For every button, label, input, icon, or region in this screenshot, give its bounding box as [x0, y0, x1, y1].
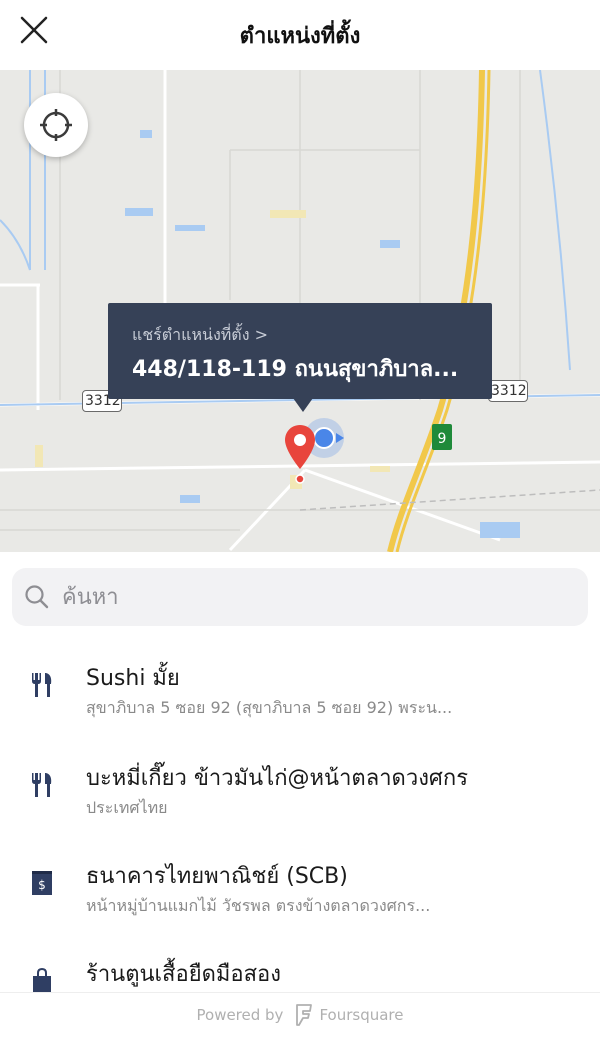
place-address: ประเทศไทย — [86, 798, 168, 817]
restaurant-icon — [32, 773, 52, 797]
search-input[interactable] — [60, 576, 564, 618]
header: ตำแหน่งที่ตั้ง — [0, 0, 600, 70]
page-title: ตำแหน่งที่ตั้ง — [239, 24, 361, 49]
road-number-badge: 3312 — [488, 380, 528, 402]
place-name: ธนาคารไทยพาณิชย์ (SCB) — [86, 864, 348, 889]
place-list-item[interactable]: $ ธนาคารไทยพาณิชย์ (SCB) หน้าหมู่บ้านแมก… — [0, 858, 600, 958]
my-location-button[interactable] — [24, 93, 88, 157]
map-view[interactable]: 3312 3312 9 แชร์ตำแหน่งที่ตั้ง > 448/118… — [0, 70, 600, 552]
search-icon — [25, 585, 49, 609]
place-address: หน้าหมู่บ้านแมกไม้ วัชรพล ตรงข้างตลาดวงศ… — [86, 896, 431, 915]
location-address: 448/118-119 ถนนสุขาภิบาล... — [132, 357, 459, 382]
svg-text:$: $ — [38, 878, 46, 892]
share-location-tooltip[interactable]: แชร์ตำแหน่งที่ตั้ง > 448/118-119 ถนนสุขา… — [108, 303, 492, 412]
restaurant-icon — [32, 673, 52, 697]
powered-by-footer: Powered by Foursquare — [0, 992, 600, 1036]
share-location-label: แชร์ตำแหน่งที่ตั้ง > — [132, 325, 268, 344]
search-bar[interactable] — [12, 568, 588, 626]
location-pin-icon — [285, 425, 315, 484]
place-name: บะหมี่เกี๊ยว ข้าวมันไก่@หน้าตลาดวงศกร — [86, 766, 469, 791]
crosshair-icon — [40, 109, 72, 141]
bank-icon: $ — [32, 871, 52, 895]
powered-by-label: Powered by — [196, 1005, 284, 1024]
highway-badge: 9 — [432, 424, 452, 450]
foursquare-brand: Foursquare — [319, 1005, 404, 1024]
place-list-item[interactable]: Sushi มั้ย สุขาภิบาล 5 ซอย 92 (สุขาภิบาล… — [0, 660, 600, 760]
place-list-item[interactable]: บะหมี่เกี๊ยว ข้าวมันไก่@หน้าตลาดวงศกร ปร… — [0, 760, 600, 860]
place-name: ร้านตูนเสื้อยืดมือสอง — [86, 962, 281, 987]
place-address: สุขาภิบาล 5 ซอย 92 (สุขาภิบาล 5 ซอย 92) … — [86, 698, 453, 717]
foursquare-logo-icon — [296, 1003, 313, 1026]
place-name: Sushi มั้ย — [86, 666, 180, 691]
